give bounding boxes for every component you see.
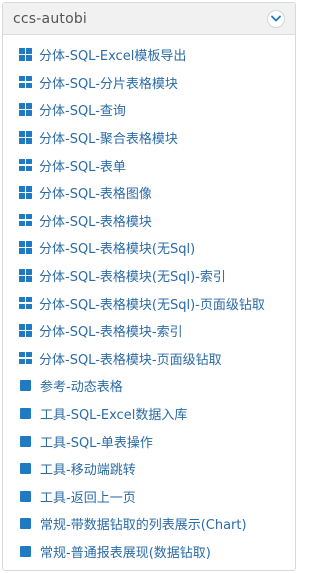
list-item[interactable]: 分体-SQL-查询 — [3, 96, 295, 124]
grid-icon — [19, 186, 32, 199]
square-icon — [20, 518, 31, 530]
list-item-label: 工具-移动端跳转 — [40, 463, 136, 479]
list-item-label: 分体-SQL-Excel模板导出 — [39, 49, 187, 65]
grid-icon — [19, 131, 32, 144]
list-item[interactable]: 工具-SQL-单表操作 — [3, 427, 295, 455]
list-item[interactable]: 分体-SQL-Excel模板导出 — [3, 41, 295, 69]
list-item[interactable]: 常规-带数据钻取的列表展示(Chart) — [3, 510, 295, 538]
grid-icon — [19, 296, 32, 310]
list-item[interactable]: 分体-SQL-表格模块(无Sql)-页面级钻取 — [3, 289, 295, 317]
list-item[interactable]: 工具-SQL-Excel数据入库 — [3, 400, 295, 428]
grid-icon — [19, 103, 32, 116]
list-item[interactable]: 分体-SQL-表格模块(无Sql) — [3, 234, 295, 262]
list-item[interactable]: 参考-动态表格 — [3, 372, 295, 400]
grid-icon — [19, 213, 32, 227]
list-item-label: 分体-SQL-表格模块(无Sql)-索引 — [39, 270, 226, 286]
list-item[interactable]: 分体-SQL-表格图像 — [3, 179, 295, 207]
list-item-label: 工具-SQL-Excel数据入库 — [40, 408, 188, 424]
list-item-label: 常规-普通报表展现(数据钻取) — [40, 545, 211, 561]
list-item-label: 分体-SQL-表格模块-页面级钻取 — [39, 352, 222, 368]
list-item[interactable]: 工具-移动端跳转 — [3, 455, 295, 483]
list-item[interactable]: 分体-SQL-表格模块(无Sql)-索引 — [3, 262, 295, 290]
grid-icon — [19, 324, 32, 337]
grid-icon — [19, 241, 32, 254]
list-item-label: 工具-SQL-单表操作 — [40, 435, 153, 451]
list-item[interactable]: 常规-普通报表展现(数据钻取) — [3, 538, 295, 566]
list-item-label: 分体-SQL-表格模块-索引 — [39, 325, 183, 341]
list-item-label: 参考-动态表格 — [40, 380, 123, 396]
grid-icon — [19, 158, 32, 172]
square-icon — [20, 380, 31, 392]
collapse-button[interactable] — [267, 9, 285, 28]
report-list: 分体-SQL-Excel模板导出 分体-SQL-分片表格模块 分体-SQL-查询 分体… — [3, 35, 295, 565]
panel-header[interactable]: ccs-autobi — [3, 3, 295, 35]
list-item-label: 分体-SQL-表格图像 — [39, 187, 152, 203]
chevron-down-icon — [271, 15, 281, 22]
list-item-label: 分体-SQL-表格模块(无Sql)-页面级钻取 — [39, 297, 265, 313]
list-item-label: 分体-SQL-查询 — [39, 104, 126, 120]
list-item[interactable]: 分体-SQL-表格模块-页面级钻取 — [3, 345, 295, 373]
list-item[interactable]: 分体-SQL-表单 — [3, 151, 295, 179]
list-item[interactable]: 分体-SQL-表格模块 — [3, 207, 295, 235]
grid-icon — [19, 75, 32, 89]
list-item[interactable]: 分体-SQL-表格模块-索引 — [3, 317, 295, 345]
grid-icon — [19, 269, 32, 282]
grid-icon — [19, 48, 32, 61]
list-item-label: 分体-SQL-表格模块(无Sql) — [39, 242, 196, 258]
list-item-label: 分体-SQL-表单 — [39, 159, 126, 175]
list-item-label: 分体-SQL-表格模块 — [39, 214, 152, 230]
list-item[interactable]: 分体-SQL-分片表格模块 — [3, 69, 295, 97]
square-icon — [20, 463, 31, 475]
report-panel: ccs-autobi 分体-SQL-Excel模板导出 分体-SQL-分片表格模块… — [2, 2, 296, 571]
square-icon — [20, 545, 31, 557]
grid-icon — [19, 351, 32, 365]
list-item-label: 分体-SQL-分片表格模块 — [39, 76, 178, 92]
list-item-label: 常规-带数据钻取的列表展示(Chart) — [40, 518, 247, 534]
list-item-label: 工具-返回上一页 — [40, 490, 136, 506]
list-item[interactable]: 分体-SQL-聚合表格模块 — [3, 124, 295, 152]
panel-title: ccs-autobi — [13, 10, 88, 27]
square-icon — [20, 408, 31, 420]
square-icon — [20, 435, 31, 447]
square-icon — [20, 490, 31, 502]
list-item-label: 分体-SQL-聚合表格模块 — [39, 132, 178, 148]
list-item[interactable]: 工具-返回上一页 — [3, 483, 295, 511]
